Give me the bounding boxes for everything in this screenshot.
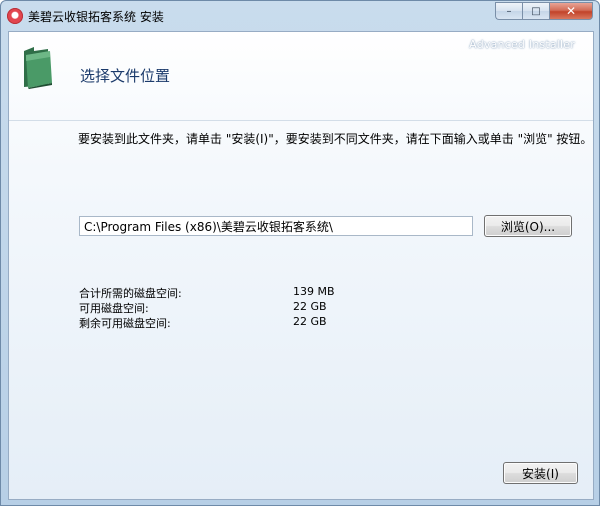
space-label: 合计所需的磁盘空间:: [79, 287, 182, 300]
app-logo-icon: [7, 8, 23, 24]
maximize-button[interactable]: □: [522, 2, 549, 20]
header-band: 选择文件位置 Advanced Installer: [9, 32, 593, 121]
window-title: 美碧云收银拓客系统 安装: [28, 10, 164, 24]
install-path-input[interactable]: [79, 216, 473, 236]
brand-watermark: Advanced Installer: [469, 38, 575, 51]
browse-button[interactable]: 浏览(O)...: [484, 215, 572, 237]
space-value: 139 MB: [293, 285, 335, 298]
title-bar[interactable]: 美碧云收银拓客系统 安装 – □ ✕: [1, 1, 599, 31]
minimize-button[interactable]: –: [495, 2, 522, 20]
space-label: 剩余可用磁盘空间:: [79, 317, 171, 330]
space-value: 22 GB: [293, 300, 327, 313]
space-label: 可用磁盘空间:: [79, 302, 149, 315]
space-value: 22 GB: [293, 315, 327, 328]
install-button[interactable]: 安装(I): [503, 462, 578, 484]
close-button[interactable]: ✕: [549, 2, 593, 20]
installer-window: 美碧云收银拓客系统 安装 – □ ✕ 选择文件位置 Advanced Insta…: [0, 0, 600, 506]
page-title: 选择文件位置: [80, 67, 171, 85]
folder-icon: [24, 47, 52, 89]
caption-buttons: – □ ✕: [495, 2, 593, 20]
dialog-content: 选择文件位置 Advanced Installer 要安装到此文件夹，请单击 "…: [8, 31, 594, 500]
instruction-text: 要安装到此文件夹，请单击 "安装(I)"，要安装到不同文件夹，请在下面输入或单击…: [78, 132, 593, 146]
